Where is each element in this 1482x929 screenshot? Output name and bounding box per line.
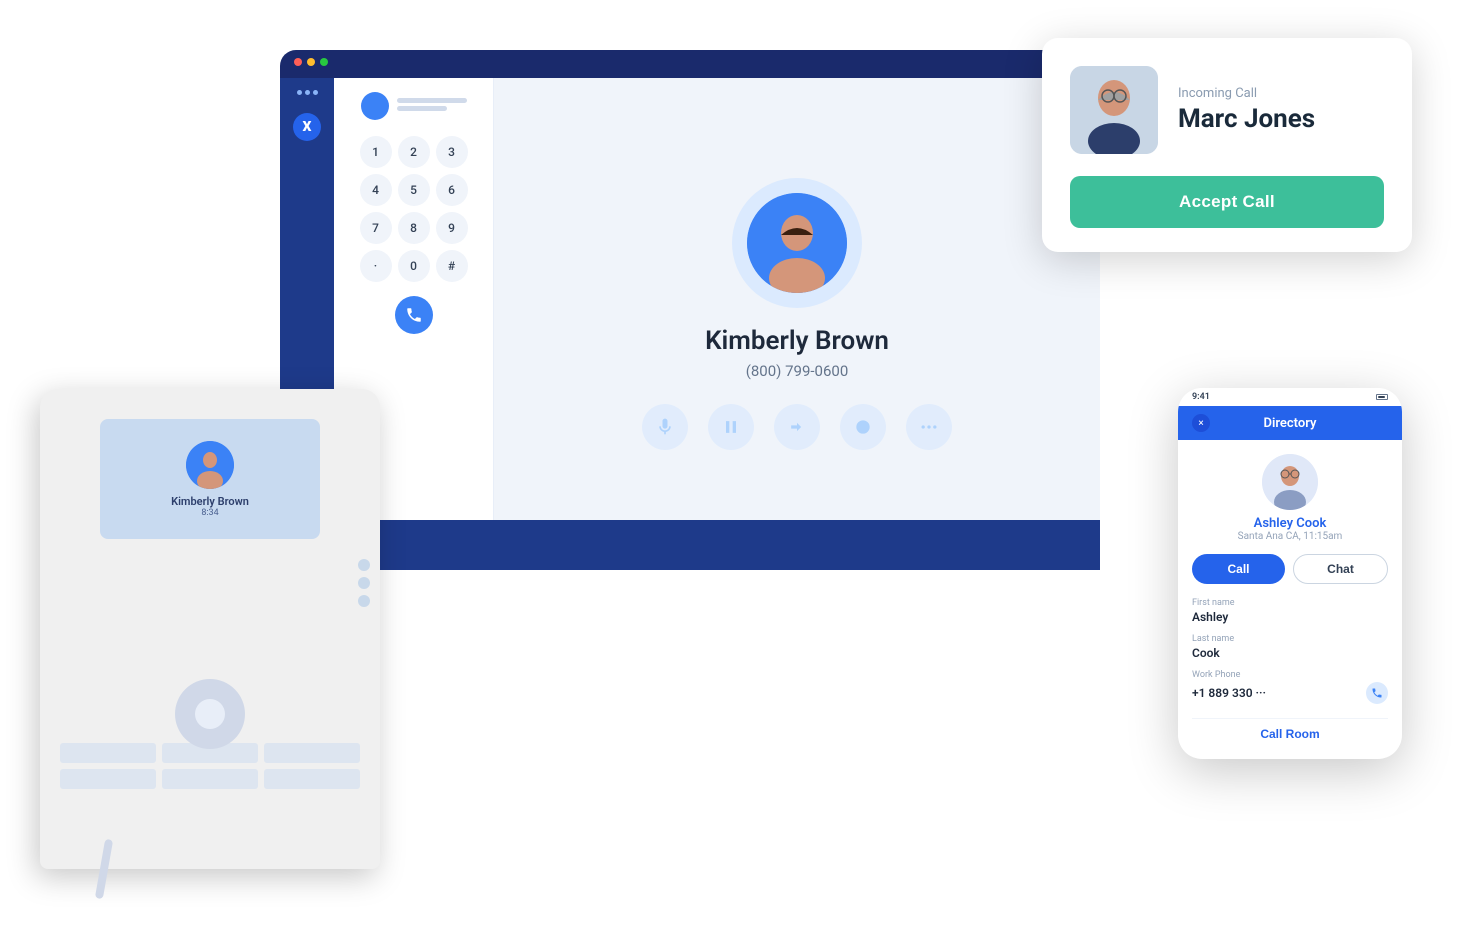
incoming-call-card: Incoming Call Marc Jones Accept Call [1042,38,1412,252]
incoming-call-header: Incoming Call Marc Jones [1070,66,1384,154]
mobile-status-time: 9:41 [1192,392,1210,402]
sidebar-dots [297,90,318,95]
mobile-contact-name: Ashley Cook [1192,516,1388,531]
mobile-action-buttons: Call Chat [1192,554,1388,584]
dialpad-grid: 1 2 3 4 5 6 7 8 9 · 0 # [360,136,468,282]
phone-nav-center [195,699,225,729]
dialpad-key-8[interactable]: 8 [398,212,430,244]
caller-name: Marc Jones [1178,105,1384,134]
phone-screen: Kimberly Brown 8:34 [100,419,320,539]
mobile-close-button[interactable]: × [1192,414,1210,432]
call-controls [642,404,952,450]
dialpad-key-5[interactable]: 5 [398,174,430,206]
mobile-work-phone-label: Work Phone [1192,670,1388,680]
dialpad-key-7[interactable]: 7 [360,212,392,244]
mobile-last-name-value: Cook [1192,646,1388,660]
hold-button[interactable] [708,404,754,450]
dialpad-user [361,92,467,120]
mobile-directory-title: Directory [1264,416,1317,431]
dialpad-key-hash[interactable]: # [436,250,468,282]
dialpad-key-9[interactable]: 9 [436,212,468,244]
active-contact-name: Kimberly Brown [705,326,889,356]
mobile-call-room-button[interactable]: Call Room [1192,718,1388,749]
contact-avatar-ring [732,178,862,308]
active-contact-phone: (800) 799-0600 [746,362,849,380]
phone-body: Kimberly Brown 8:34 [40,389,380,869]
phone-contact-name: Kimberly Brown [171,495,249,508]
mobile-last-name-label: Last name [1192,634,1388,644]
phone-call-duration: 8:34 [201,508,218,518]
mute-button[interactable] [642,404,688,450]
phone-screen-avatar [186,441,234,489]
mobile-header: × Directory [1178,406,1402,440]
app-logo: X [293,113,321,141]
incoming-call-label: Incoming Call [1178,86,1384,101]
dialpad-key-1[interactable]: 1 [360,136,392,168]
dialpad-key-4[interactable]: 4 [360,174,392,206]
mobile-chat-button[interactable]: Chat [1293,554,1388,584]
dialpad-key-6[interactable]: 6 [436,174,468,206]
dialpad-user-avatar [361,92,389,120]
caller-info: Incoming Call Marc Jones [1178,86,1384,134]
app-chrome: X 1 2 3 4 5 [280,78,1100,570]
mobile-work-phone-field: Work Phone +1 889 330 ··· [1192,670,1388,704]
dialpad-key-3[interactable]: 3 [436,136,468,168]
mobile-contact-location: Santa Ana CA, 11:15am [1192,531,1388,542]
more-button[interactable] [906,404,952,450]
mobile-first-name-field: First name Ashley [1192,598,1388,624]
desk-phone: Kimberly Brown 8:34 [40,349,400,869]
transfer-button[interactable] [774,404,820,450]
laptop-screen: X 1 2 3 4 5 [280,50,1100,570]
mobile-first-name-value: Ashley [1192,610,1388,624]
dialpad-key-dot[interactable]: · [360,250,392,282]
mobile-work-phone-value: +1 889 330 ··· [1192,686,1266,700]
record-button[interactable] [840,404,886,450]
mobile-body: Ashley Cook Santa Ana CA, 11:15am Call C… [1178,440,1402,759]
dialpad-key-2[interactable]: 2 [398,136,430,168]
mobile-last-name-field: Last name Cook [1192,634,1388,660]
dialpad-call-button[interactable] [395,296,433,334]
mobile-call-button[interactable]: Call [1192,554,1285,584]
caller-avatar [1070,66,1158,154]
contact-avatar [747,193,847,293]
main-call-area: Kimberly Brown (800) 799-0600 [494,78,1100,570]
mobile-phone-row: +1 889 330 ··· [1192,682,1388,704]
accept-call-button[interactable]: Accept Call [1070,176,1384,228]
mobile-phone-call-icon[interactable] [1366,682,1388,704]
mobile-first-name-label: First name [1192,598,1388,608]
phone-nav-ring [175,679,245,749]
mobile-contact-avatar [1262,454,1318,510]
dialpad-key-0[interactable]: 0 [398,250,430,282]
scene: X 1 2 3 4 5 [0,0,1482,929]
mobile-directory-card: 9:41 × Directory [1178,388,1402,759]
laptop-dark-bar [280,520,1100,570]
